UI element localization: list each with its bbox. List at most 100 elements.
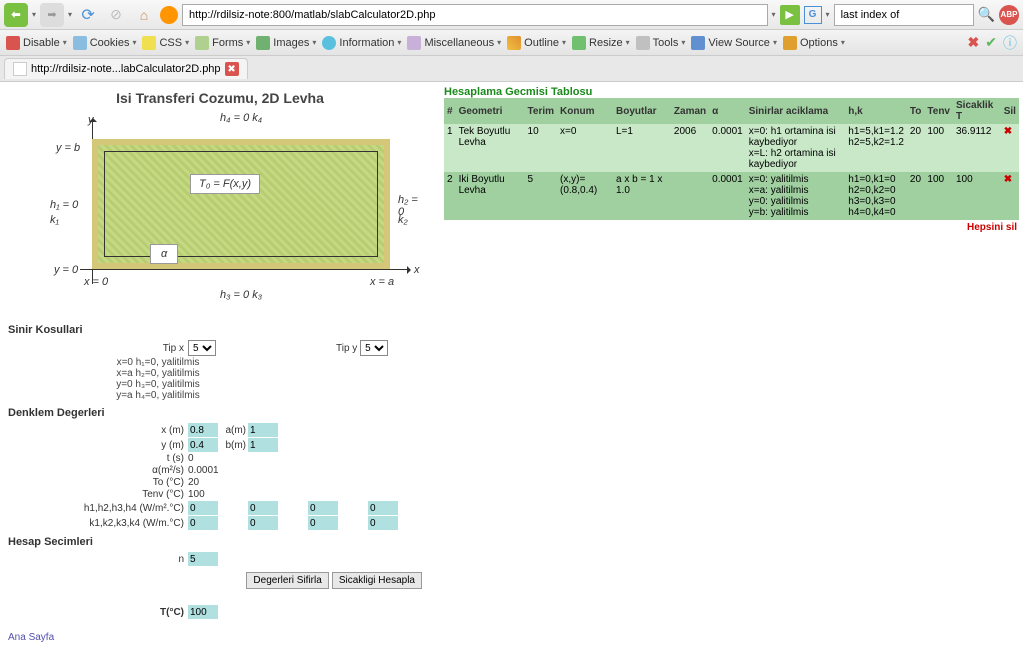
label-h3: h₃ = 0 k₃	[220, 289, 262, 301]
input-b[interactable]	[248, 438, 278, 452]
history-header-row: # Geometri Terim Konum Boyutlar Zaman α …	[444, 98, 1019, 124]
label-y: y (m)	[8, 440, 188, 451]
dev-options[interactable]: Options▾	[783, 36, 845, 50]
input-y[interactable]	[188, 438, 218, 452]
go-button[interactable]: ▶	[780, 5, 800, 25]
alpha-box: α	[150, 244, 178, 264]
dev-miscellaneous[interactable]: Miscellaneous▾	[407, 36, 501, 50]
table-row: 1Tek Boyutlu Levha10x=0L=120060.0001x=0:…	[444, 124, 1019, 172]
bc-line-0: x=0 h₁=0, yalitilmis	[58, 357, 258, 368]
input-a[interactable]	[248, 423, 278, 437]
th-sinir: Sinirlar aciklama	[746, 98, 846, 124]
dev-close-icon[interactable]: ✖	[968, 34, 980, 51]
misc-icon	[407, 36, 421, 50]
back-button[interactable]: ⬅	[4, 3, 28, 27]
url-history-dropdown[interactable]: ▾	[772, 10, 776, 19]
home-button[interactable]: ⌂	[132, 3, 156, 27]
calculate-button[interactable]: Sicakligi Hesapla	[332, 572, 422, 589]
image-icon	[256, 36, 270, 50]
history-title: Hesaplama Gecmisi Tablosu	[444, 86, 1019, 98]
th-to: To	[907, 98, 924, 124]
result-value	[188, 605, 218, 619]
search-input[interactable]	[834, 4, 974, 26]
th-boyut: Boyutlar	[613, 98, 671, 124]
input-h1[interactable]	[188, 501, 218, 515]
tab-title: http://rdilsiz-note...labCalculator2D.ph…	[31, 63, 221, 75]
dev-view-source[interactable]: View Source▾	[691, 36, 777, 50]
cell-n: 1	[444, 124, 456, 172]
dev-information[interactable]: Information▾	[322, 36, 401, 50]
delete-row-button[interactable]: ✖	[1001, 172, 1019, 220]
dev-disable[interactable]: Disable▾	[6, 36, 67, 50]
input-k3[interactable]	[308, 516, 338, 530]
stop-button: ⊘	[104, 3, 128, 27]
th-num: #	[444, 98, 456, 124]
value-tenv: 100	[188, 489, 205, 500]
cell-zaman	[671, 172, 709, 220]
tab-active[interactable]: http://rdilsiz-note...labCalculator2D.ph…	[4, 58, 248, 79]
dev-check-icon[interactable]: ✔	[985, 34, 997, 51]
search-go-icon[interactable]: 🔍	[978, 6, 995, 23]
page-title: Isi Transferi Cozumu, 2D Levha	[8, 90, 432, 106]
input-h3[interactable]	[308, 501, 338, 515]
cell-sinir: x=0: yalitilmis x=a: yalitilmis y=0: yal…	[746, 172, 846, 220]
label-x: x (m)	[8, 425, 188, 436]
delete-all-link[interactable]: Hepsini sil	[444, 220, 1019, 235]
dev-tools[interactable]: Tools▾	[636, 36, 686, 50]
input-k2[interactable]	[248, 516, 278, 530]
dev-images[interactable]: Images▾	[256, 36, 316, 50]
dev-forms[interactable]: Forms▾	[195, 36, 250, 50]
label-k1: k₁	[50, 214, 59, 226]
reset-button[interactable]: Degerleri Sifirla	[246, 572, 328, 589]
tab-close-button[interactable]: ✖	[225, 62, 239, 76]
url-bar[interactable]	[182, 4, 768, 26]
label-h1234: h1,h2,h3,h4 (W/m².°C)	[8, 503, 188, 514]
label-h4: h₄ = 0 k₄	[220, 112, 262, 124]
options-icon	[783, 36, 797, 50]
cookie-icon	[73, 36, 87, 50]
adblock-icon[interactable]: ABP	[999, 5, 1019, 25]
home-link[interactable]: Ana Sayfa	[8, 632, 54, 643]
dev-outline[interactable]: Outline▾	[507, 36, 566, 50]
cell-konum: x=0	[557, 124, 613, 172]
back-history-dropdown[interactable]: ▾	[32, 10, 36, 19]
info-icon	[322, 36, 336, 50]
delete-row-button[interactable]: ✖	[1001, 124, 1019, 172]
dev-resize[interactable]: Resize▾	[572, 36, 630, 50]
dev-css[interactable]: CSS▾	[142, 36, 189, 50]
bc-line-1: x=a h₂=0, yalitilmis	[58, 368, 258, 379]
cell-boyut: a x b = 1 x 1.0	[613, 172, 671, 220]
cell-geo: Tek Boyutlu Levha	[456, 124, 525, 172]
forward-history-dropdown[interactable]: ▾	[68, 10, 72, 19]
source-icon	[691, 36, 705, 50]
cell-sinir: x=0: h1 ortamina isi kaybediyor x=L: h2 …	[746, 124, 846, 172]
outline-icon	[507, 36, 521, 50]
reload-button[interactable]: ⟳	[76, 3, 100, 27]
input-k4[interactable]	[368, 516, 398, 530]
input-h4[interactable]	[368, 501, 398, 515]
value-alpha: 0.0001	[188, 465, 219, 476]
value-to: 20	[188, 477, 199, 488]
search-engine-icon[interactable]: G	[804, 6, 822, 24]
dev-cookies[interactable]: Cookies▾	[73, 36, 137, 50]
browser-toolbar: ⬅ ▾ ➡ ▾ ⟳ ⊘ ⌂ ▾ ▶ G ▾ 🔍 ABP	[0, 0, 1023, 30]
result-label: T(°C)	[8, 607, 188, 618]
dev-info-icon[interactable]: ⓘ	[1003, 33, 1017, 53]
page-icon	[13, 62, 27, 76]
tipx-label: Tip x	[8, 343, 188, 354]
input-h2[interactable]	[248, 501, 278, 515]
history-table: # Geometri Terim Konum Boyutlar Zaman α …	[444, 98, 1019, 220]
label-xa: x = a	[370, 276, 394, 288]
cell-konum: (x,y)=(0.8,0.4)	[557, 172, 613, 220]
cell-geo: Iki Boyutlu Levha	[456, 172, 525, 220]
input-x[interactable]	[188, 423, 218, 437]
value-t: 0	[188, 453, 194, 464]
search-engine-dropdown[interactable]: ▾	[826, 10, 830, 19]
cell-alpha: 0.0001	[709, 172, 746, 220]
tipx-select[interactable]: 5	[188, 340, 216, 356]
label-tenv: Tenv (°C)	[8, 489, 188, 500]
input-n[interactable]	[188, 552, 218, 566]
cell-alpha: 0.0001	[709, 124, 746, 172]
input-k1[interactable]	[188, 516, 218, 530]
tipy-select[interactable]: 5	[360, 340, 388, 356]
